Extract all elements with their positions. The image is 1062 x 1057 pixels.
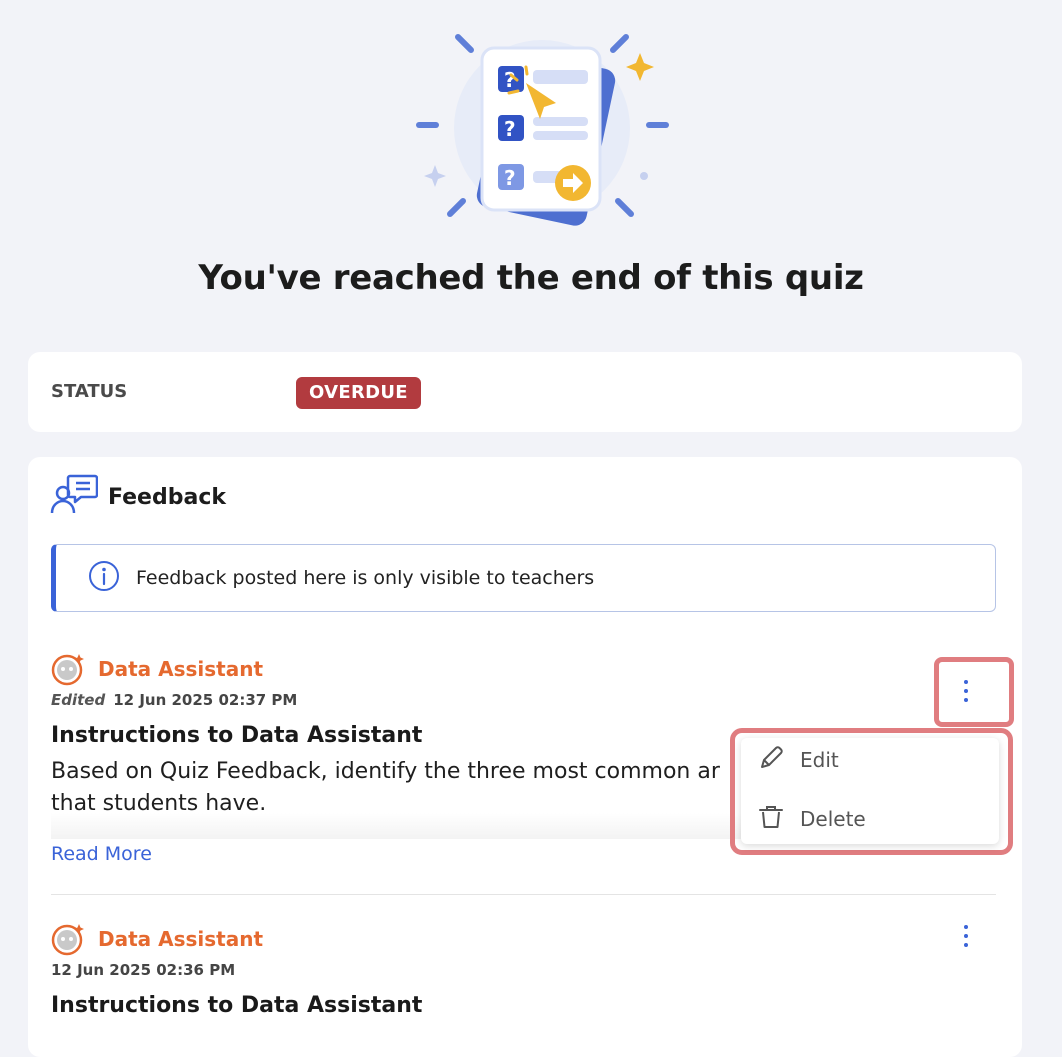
pencil-icon	[757, 744, 785, 777]
feedback-icon	[50, 473, 99, 521]
post-timestamp: 12 Jun 2025 02:37 PM	[113, 691, 298, 709]
status-card: STATUS OVERDUE	[28, 352, 1022, 432]
post-timestamp: 12 Jun 2025 02:36 PM	[51, 961, 236, 979]
page-title: You've reached the end of this quiz	[198, 258, 864, 298]
author-name[interactable]: Data Assistant	[98, 657, 263, 681]
body-fade	[51, 813, 741, 839]
avatar-icon	[51, 652, 85, 686]
author-row: Data Assistant	[51, 652, 263, 686]
post-body: Based on Quiz Feedback, identify the thr…	[51, 756, 741, 820]
edit-label: Edit	[800, 748, 839, 772]
kebab-icon	[964, 925, 968, 929]
post-heading: Instructions to Data Assistant	[51, 993, 423, 1018]
edited-label: Edited	[51, 691, 106, 709]
more-options-button[interactable]	[951, 918, 981, 954]
trash-icon	[757, 803, 785, 836]
status-label: STATUS	[51, 381, 128, 402]
post-body-line-1: Based on Quiz Feedback, identify the thr…	[51, 759, 720, 784]
edit-menu-item[interactable]: Edit	[757, 740, 839, 780]
feedback-post: Data Assistant 12 Jun 2025 02:36 PM Inst…	[51, 923, 996, 1043]
info-icon	[88, 560, 120, 596]
post-meta: Edited 12 Jun 2025 02:37 PM	[51, 691, 297, 709]
author-name[interactable]: Data Assistant	[98, 927, 263, 951]
svg-text:?: ?	[504, 166, 516, 190]
delete-label: Delete	[800, 807, 866, 831]
quiz-illustration: ? ? ?	[405, 28, 675, 228]
feedback-title: Feedback	[108, 484, 226, 510]
svg-text:?: ?	[504, 68, 516, 92]
delete-menu-item[interactable]: Delete	[757, 799, 866, 839]
read-more-link[interactable]: Read More	[51, 843, 152, 865]
divider	[51, 894, 996, 895]
author-row: Data Assistant	[51, 922, 263, 956]
info-text: Feedback posted here is only visible to …	[136, 567, 595, 589]
svg-text:?: ?	[504, 117, 516, 141]
status-badge: OVERDUE	[296, 377, 421, 409]
kebab-highlight	[934, 657, 1014, 727]
feedback-header: Feedback	[50, 473, 226, 521]
post-heading: Instructions to Data Assistant	[51, 723, 423, 748]
context-menu: Edit Delete	[741, 738, 999, 844]
avatar-icon	[51, 922, 85, 956]
info-banner: Feedback posted here is only visible to …	[51, 544, 996, 612]
